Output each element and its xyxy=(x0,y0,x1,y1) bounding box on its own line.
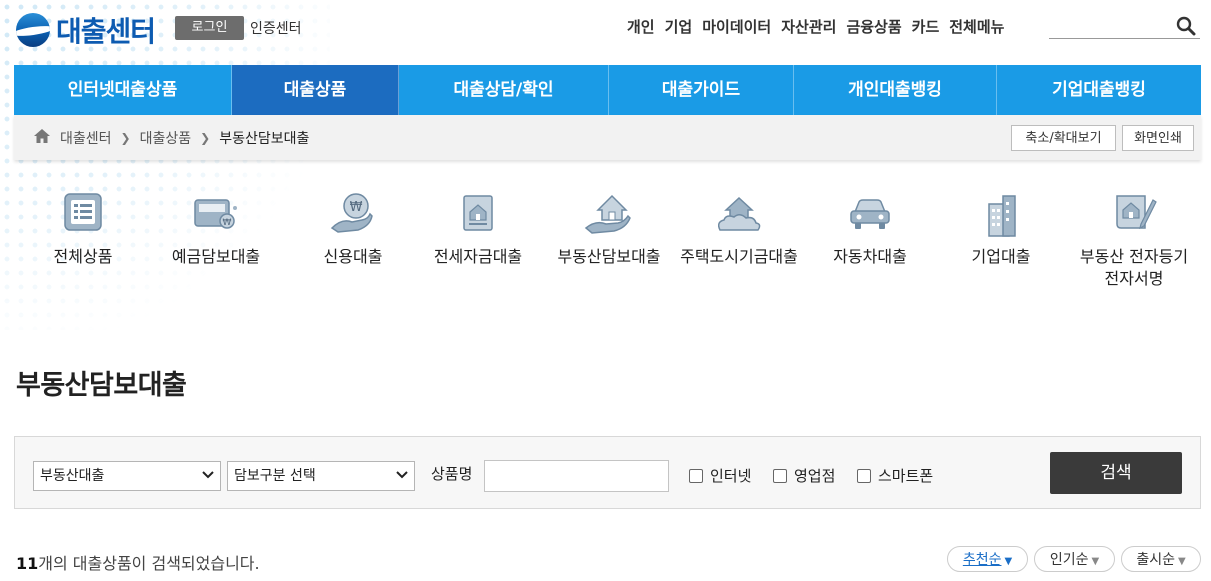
category-label: 전체상품 xyxy=(53,247,113,266)
checkbox-label: 스마트폰 xyxy=(878,467,934,485)
chevron-down-icon xyxy=(202,471,214,479)
caret-down-icon: ▼ xyxy=(1091,556,1100,567)
breadcrumb: 대출센터 ❯ 대출상품 ❯ 부동산담보대출 축소/확대보기 화면인쇄 xyxy=(14,115,1201,160)
checkbox-box[interactable] xyxy=(857,468,871,483)
checkbox-smartphone[interactable]: 스마트폰 xyxy=(857,465,933,486)
breadcrumb-loan-products[interactable]: 대출상품 xyxy=(140,128,192,148)
loan-category-menu: 전체상품 ₩ 예금담보대출 ₩ 신용대출 전세자금대출 부동산담보대출 주택도시… xyxy=(30,190,1201,310)
print-button[interactable]: 화면인쇄 xyxy=(1122,125,1194,151)
checkbox-box[interactable] xyxy=(773,468,787,483)
top-nav-card[interactable]: 카드 xyxy=(912,16,940,37)
checkbox-branch[interactable]: 영업점 xyxy=(773,465,835,486)
gnb-loan-consult[interactable]: 대출상담/확인 xyxy=(399,65,609,115)
house-cloud-icon xyxy=(717,196,761,231)
top-nav-products[interactable]: 금융상품 xyxy=(846,16,901,37)
building-icon xyxy=(988,195,1016,237)
category-label: 기업대출 xyxy=(971,247,1031,266)
logo-mark-icon xyxy=(16,13,50,47)
page-title: 부동산담보대출 xyxy=(16,370,187,401)
main-nav: 인터넷대출상품 대출상품 대출상담/확인 대출가이드 개인대출뱅킹 기업대출뱅킹 xyxy=(14,65,1201,115)
category-housing-fund[interactable]: 주택도시기금대출 xyxy=(674,190,804,268)
category-label: 신용대출 xyxy=(323,247,383,266)
category-credit-loan[interactable]: ₩ 신용대출 xyxy=(288,190,418,268)
category-real-estate-collateral[interactable]: 부동산담보대출 xyxy=(544,190,674,268)
site-search-input[interactable] xyxy=(1049,14,1173,38)
loan-type-select-value: 부동산대출 xyxy=(40,468,105,484)
list-icon xyxy=(64,193,102,231)
top-header: 대출센터 로그인 인증센터 개인 기업 마이데이터 자산관리 금융상품 카드 전… xyxy=(0,0,1211,60)
category-label: 주택도시기금대출 xyxy=(680,247,798,266)
gnb-internet-loans[interactable]: 인터넷대출상품 xyxy=(14,65,232,115)
checkbox-label: 영업점 xyxy=(794,467,836,485)
top-nav-mydata[interactable]: 마이데이터 xyxy=(702,16,771,37)
gnb-personal-banking[interactable]: 개인대출뱅킹 xyxy=(794,65,997,115)
category-all-products[interactable]: 전체상품 xyxy=(18,190,148,268)
checkbox-internet[interactable]: 인터넷 xyxy=(689,465,751,486)
category-e-registration[interactable]: 부동산 전자등기 전자서명 xyxy=(1066,190,1202,290)
category-car-loan[interactable]: 자동차대출 xyxy=(805,190,935,268)
result-text: 개의 대출상품이 검색되었습니다. xyxy=(38,554,260,573)
top-nav-asset[interactable]: 자산관리 xyxy=(781,16,836,37)
category-jeonse-loan[interactable]: 전세자금대출 xyxy=(413,190,543,268)
category-deposit-collateral[interactable]: ₩ 예금담보대출 xyxy=(151,190,281,268)
gnb-corporate-banking[interactable]: 기업대출뱅킹 xyxy=(997,65,1201,115)
sort-recommended[interactable]: 추천순 ▼ xyxy=(947,546,1028,572)
gnb-loan-products[interactable]: 대출상품 xyxy=(232,65,399,115)
brand-name: 대출센터 xyxy=(56,15,156,48)
top-nav-all-menu[interactable]: 전체메뉴 xyxy=(949,16,1004,37)
car-icon xyxy=(850,199,890,229)
breadcrumb-current: 부동산담보대출 xyxy=(219,131,310,147)
sort-label: 인기순 xyxy=(1049,552,1089,568)
cert-center-link[interactable]: 인증센터 xyxy=(250,18,302,38)
top-nav-corporate[interactable]: 기업 xyxy=(665,16,693,37)
category-label: 부동산담보대출 xyxy=(557,247,661,266)
product-name-label: 상품명 xyxy=(431,465,473,483)
loan-type-select[interactable]: 부동산대출 xyxy=(33,461,221,491)
category-label: 자동차대출 xyxy=(833,247,907,266)
home-icon[interactable] xyxy=(34,129,50,143)
passbook-icon: ₩ xyxy=(194,199,237,229)
gnb-loan-guide[interactable]: 대출가이드 xyxy=(609,65,794,115)
top-nav: 개인 기업 마이데이터 자산관리 금융상품 카드 전체메뉴 xyxy=(627,16,1004,37)
svg-text:₩: ₩ xyxy=(223,218,232,228)
category-label: 예금담보대출 xyxy=(171,247,261,266)
house-hand-icon xyxy=(584,194,631,234)
checkbox-box[interactable] xyxy=(689,468,703,483)
search-button[interactable]: 검색 xyxy=(1050,452,1182,494)
svg-text:₩: ₩ xyxy=(350,200,363,215)
result-count: 11 xyxy=(16,554,39,573)
search-icon[interactable] xyxy=(1176,16,1196,36)
sort-popular[interactable]: 인기순 ▼ xyxy=(1034,546,1115,572)
top-nav-personal[interactable]: 개인 xyxy=(627,16,655,37)
product-name-input[interactable] xyxy=(484,460,669,492)
category-label: 전세자금대출 xyxy=(433,247,523,266)
chevron-right-icon: ❯ xyxy=(200,131,211,145)
checkbox-label: 인터넷 xyxy=(710,467,752,485)
breadcrumb-loan-center[interactable]: 대출센터 xyxy=(60,128,112,148)
caret-down-icon: ▼ xyxy=(1177,556,1186,567)
chevron-right-icon: ❯ xyxy=(120,131,131,145)
coin-hand-icon: ₩ xyxy=(330,193,373,233)
brand-logo[interactable]: 대출센터 xyxy=(16,10,156,50)
chevron-down-icon xyxy=(396,471,408,479)
collateral-select-value: 담보구분 선택 xyxy=(234,468,316,484)
sort-label: 출시순 xyxy=(1136,552,1175,568)
sort-label: 추천순 xyxy=(962,552,1002,568)
zoom-button[interactable]: 축소/확대보기 xyxy=(1011,125,1116,151)
sort-release[interactable]: 출시순 ▼ xyxy=(1121,546,1201,572)
result-summary: 11개의 대출상품이 검색되었습니다. xyxy=(16,550,260,574)
collateral-select[interactable]: 담보구분 선택 xyxy=(227,461,415,491)
caret-down-icon: ▼ xyxy=(1004,556,1013,567)
site-search xyxy=(1049,14,1200,39)
scroll-pen-icon xyxy=(1116,195,1157,230)
house-document-icon xyxy=(463,195,493,231)
login-button[interactable]: 로그인 xyxy=(175,16,244,40)
category-corporate-loan[interactable]: 기업대출 xyxy=(936,190,1066,268)
category-label: 부동산 전자등기 전자서명 xyxy=(1079,247,1189,288)
search-filter: 부동산대출 담보구분 선택 상품명 인터넷 영업점 스마트폰 검색 xyxy=(14,436,1201,509)
